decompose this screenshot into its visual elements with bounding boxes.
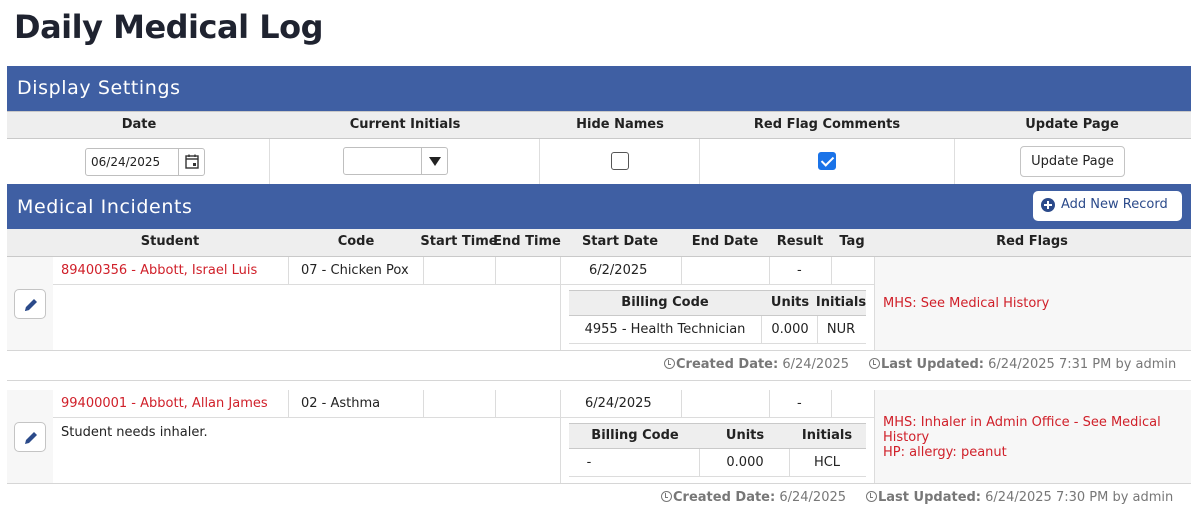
- red-flag-item: MHS: See Medical History: [883, 296, 1050, 311]
- red-flag-comments-header: Red Flag Comments: [753, 117, 901, 132]
- date-value: 06/24/2025: [91, 155, 161, 169]
- column-end-time: End Time: [493, 234, 561, 249]
- add-new-record-label: Add New Record: [1061, 197, 1168, 212]
- initials-header: Initials: [801, 428, 853, 443]
- record-comment: Student needs inhaler.: [61, 425, 208, 440]
- billing-initials: NUR: [826, 322, 856, 337]
- red-flag-item: HP: allergy: peanut: [883, 445, 1007, 460]
- update-page-button[interactable]: Update Page: [1020, 146, 1125, 177]
- display-settings-row: 06/24/2025 Update Page: [7, 139, 1191, 184]
- clock-icon: [661, 491, 672, 502]
- date-input[interactable]: 06/24/2025: [85, 148, 205, 176]
- start-date: 6/24/2025: [585, 396, 652, 411]
- last-updated: Last Updated: 6/24/2025 7:31 PM by admin: [869, 357, 1176, 387]
- medical-incidents-title: Medical Incidents: [17, 196, 193, 218]
- column-red-flags: Red Flags: [996, 234, 1068, 249]
- red-flag-item: MHS: Inhaler in Admin Office - See Medic…: [883, 415, 1161, 445]
- chevron-down-icon[interactable]: [421, 148, 447, 174]
- column-end-date: End Date: [691, 234, 759, 249]
- red-flag-comments-checkbox[interactable]: [818, 152, 836, 170]
- medical-incidents-header: Medical Incidents Add New Record: [7, 184, 1191, 229]
- calendar-icon[interactable]: [178, 149, 204, 175]
- units-header: Units: [725, 428, 765, 443]
- column-start-time: Start Time: [420, 234, 498, 249]
- update-page-header: Update Page: [1025, 117, 1119, 132]
- column-result: Result: [776, 234, 824, 249]
- column-student: Student: [140, 234, 200, 249]
- plus-circle-icon: [1041, 198, 1055, 212]
- edit-record-button[interactable]: [14, 422, 46, 452]
- billing-code: -: [586, 455, 592, 470]
- column-code: Code: [337, 234, 375, 249]
- column-start-date: Start Date: [581, 234, 659, 249]
- result: -: [797, 396, 802, 411]
- units-header: Units: [770, 295, 810, 310]
- pencil-icon: [25, 432, 37, 444]
- start-date: 6/2/2025: [589, 263, 648, 278]
- red-flags: MHS: Inhaler in Admin Office - See Medic…: [883, 415, 1188, 460]
- add-new-record-button[interactable]: Add New Record: [1033, 191, 1182, 221]
- last-updated: Last Updated: 6/24/2025 7:30 PM by admin: [866, 490, 1173, 515]
- display-settings-column-headers: Date Current Initials Hide Names Red Fla…: [7, 111, 1191, 139]
- created-date: Created Date: 6/24/2025: [661, 490, 846, 515]
- billing-units: 0.000: [726, 455, 764, 470]
- billing-table: Billing Code Units Initials 4955 - Healt…: [569, 290, 866, 344]
- incident-record: 99400001 - Abbott, Allan James 02 - Asth…: [7, 390, 1191, 515]
- display-settings-title: Display Settings: [17, 77, 181, 99]
- current-initials-select[interactable]: [343, 147, 448, 175]
- clock-icon: [869, 358, 880, 369]
- billing-code-header: Billing Code: [591, 428, 679, 443]
- incidents-column-headers: Student Code Start Time End Time Start D…: [7, 229, 1191, 257]
- billing-table: Billing Code Units Initials - 0.000 HCL: [569, 423, 866, 477]
- billing-code: 4955 - Health Technician: [584, 322, 746, 337]
- incident-record: 89400356 - Abbott, Israel Luis 07 - Chic…: [7, 257, 1191, 381]
- student-link[interactable]: 89400356 - Abbott, Israel Luis: [61, 263, 257, 278]
- hide-names-header: Hide Names: [576, 117, 664, 132]
- red-flags: MHS: See Medical History: [883, 296, 1188, 311]
- pencil-icon: [25, 299, 37, 311]
- billing-code-header: Billing Code: [621, 295, 709, 310]
- edit-record-button[interactable]: [14, 289, 46, 319]
- billing-initials: HCL: [813, 455, 841, 470]
- created-date: Created Date: 6/24/2025: [664, 357, 849, 387]
- date-header: Date: [121, 117, 157, 132]
- column-tag: Tag: [839, 234, 865, 249]
- incident-code: 07 - Chicken Pox: [301, 263, 409, 278]
- clock-icon: [866, 491, 877, 502]
- page-title: Daily Medical Log: [14, 8, 323, 46]
- incident-code: 02 - Asthma: [301, 396, 381, 411]
- billing-units: 0.000: [771, 322, 809, 337]
- result: -: [797, 263, 802, 278]
- current-initials-header: Current Initials: [349, 117, 461, 132]
- student-link[interactable]: 99400001 - Abbott, Allan James: [61, 396, 268, 411]
- hide-names-checkbox[interactable]: [611, 152, 629, 170]
- initials-header: Initials: [815, 295, 867, 310]
- display-settings-header: Display Settings: [7, 66, 1191, 111]
- clock-icon: [664, 358, 675, 369]
